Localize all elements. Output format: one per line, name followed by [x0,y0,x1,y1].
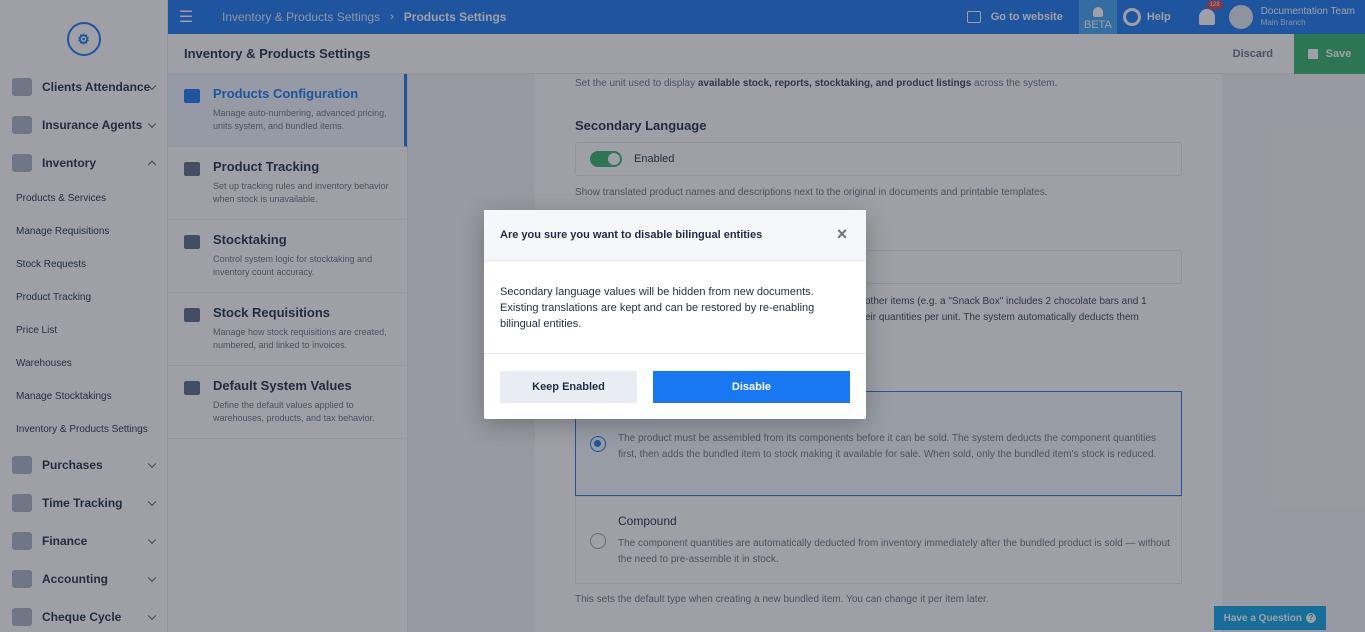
dialog-header: Are you sure you want to disable bilingu… [484,210,866,261]
confirm-dialog: Are you sure you want to disable bilingu… [484,210,866,419]
dialog-title: Are you sure you want to disable bilingu… [500,229,763,241]
dialog-footer: Keep Enabled Disable [484,354,866,419]
close-icon[interactable]: × [832,224,852,244]
disable-button[interactable]: Disable [653,370,850,403]
keep-enabled-button[interactable]: Keep Enabled [500,370,637,403]
dialog-body: Secondary language values will be hidden… [484,261,866,354]
